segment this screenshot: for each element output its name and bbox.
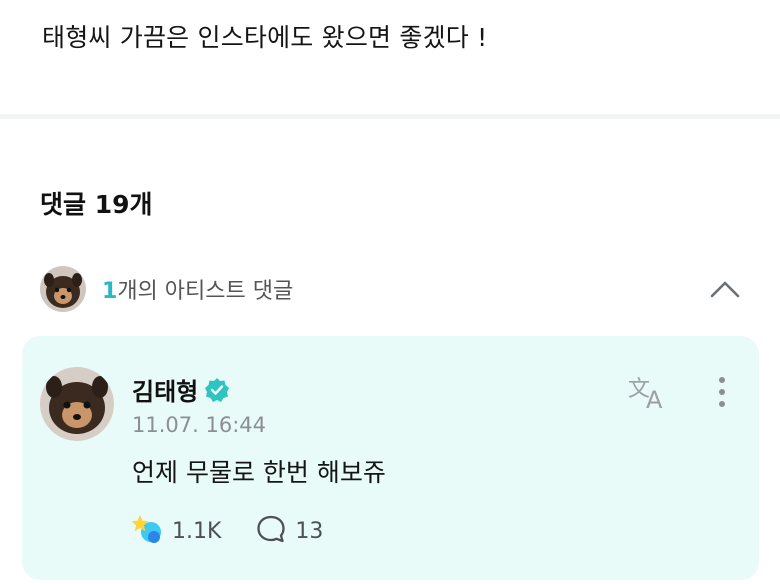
comment-count-heading: 댓글 19개 <box>40 190 153 219</box>
reply-count: 13 <box>295 518 324 544</box>
post-text: 태형씨 가끔은 인스타에도 왔으면 좋겠다 ! <box>42 23 488 52</box>
svg-text:A: A <box>646 386 663 412</box>
artist-comment-label: 개의 아티스트 댓글 <box>117 279 294 304</box>
comment-body: 언제 무물로 한번 해보쥬 <box>132 458 386 487</box>
artist-comment-number: 1 <box>102 279 118 304</box>
comment-timestamp: 11.07. 16:44 <box>132 413 266 437</box>
translate-icon[interactable]: 文 A <box>626 372 674 414</box>
artist-comment-card: 김태형 11.07. 16:44 언제 무물로 한번 해보쥬 1.1K 13 文… <box>22 336 759 580</box>
more-vertical-icon[interactable] <box>710 374 734 414</box>
avatar <box>40 266 86 312</box>
avatar[interactable] <box>40 367 114 441</box>
speech-bubble-icon <box>255 513 287 549</box>
reply-button[interactable]: 13 <box>255 513 323 549</box>
comment-actions: 1.1K 13 <box>130 512 357 550</box>
comment-author: 김태형 <box>132 372 230 407</box>
verified-badge-icon <box>204 377 230 403</box>
like-button[interactable]: 1.1K <box>130 512 221 550</box>
author-name[interactable]: 김태형 <box>132 372 198 407</box>
chevron-up-icon[interactable] <box>710 274 740 304</box>
artist-comment-count: 1개의 아티스트 댓글 <box>102 273 293 305</box>
like-count: 1.1K <box>172 518 222 544</box>
artist-comments-toggle[interactable]: 1개의 아티스트 댓글 <box>40 264 750 314</box>
section-divider <box>0 114 780 119</box>
cheer-icon <box>130 512 164 550</box>
